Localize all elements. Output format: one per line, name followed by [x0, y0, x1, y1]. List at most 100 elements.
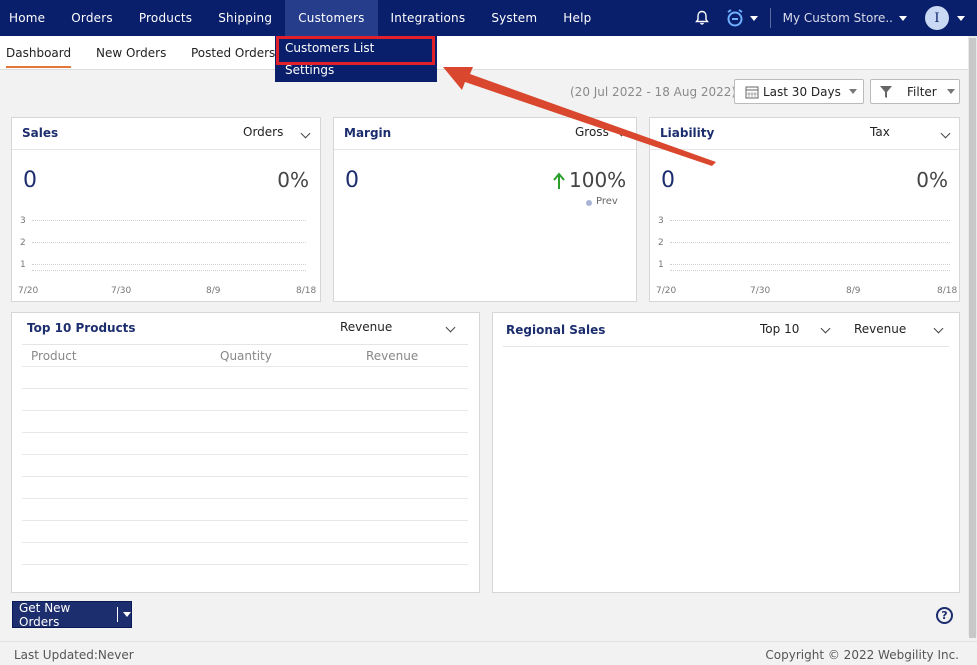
table-row: [22, 432, 468, 433]
regional-metric-select[interactable]: Revenue: [854, 322, 906, 336]
table-row: [22, 564, 468, 565]
chevron-down-icon[interactable]: [300, 128, 311, 139]
nav-divider: [769, 8, 771, 28]
caret-down-icon: [899, 15, 907, 21]
liability-card-title: Liability: [660, 126, 715, 140]
caret-down-icon: [957, 15, 965, 21]
y-tick: 3: [658, 216, 664, 226]
chevron-down-icon[interactable]: [933, 323, 944, 334]
margin-value: 0: [345, 168, 359, 193]
x-tick: 8/9: [846, 286, 861, 296]
sales-metric-select[interactable]: Orders: [243, 125, 283, 139]
margin-metric-select[interactable]: Gross: [575, 125, 609, 139]
gridline: [670, 264, 950, 265]
gridline: [670, 270, 950, 271]
footer: Last Updated:Never Copyright © 2022 Webg…: [0, 641, 977, 665]
scrollbar[interactable]: [968, 36, 977, 638]
funnel-icon: [880, 85, 892, 98]
caret-down-icon: [946, 89, 955, 94]
gridline: [670, 242, 950, 243]
store-selector[interactable]: My Custom Store..: [783, 11, 907, 25]
gridline: [32, 220, 306, 221]
card-divider: [22, 344, 468, 345]
avatar: I: [925, 6, 949, 30]
get-new-orders-button[interactable]: Get New Orders: [12, 601, 132, 629]
alarm-clock-icon: [727, 9, 743, 27]
x-tick: 7/30: [750, 286, 771, 296]
button-separator: [117, 607, 118, 622]
legend-prev: Prev: [596, 196, 618, 207]
table-row: [22, 388, 468, 389]
tab-new-orders[interactable]: New Orders: [96, 46, 166, 60]
margin-change: 100%: [569, 168, 627, 192]
sales-card-title: Sales: [22, 126, 59, 140]
nav-system[interactable]: System: [478, 0, 550, 36]
x-tick: 8/9: [206, 286, 221, 296]
table-row: [22, 366, 468, 367]
store-name: My Custom Store..: [782, 11, 893, 25]
date-range-label: (20 Jul 2022 - 18 Aug 2022): [570, 85, 737, 99]
filter-button[interactable]: Filter: [870, 79, 960, 104]
gridline: [670, 220, 950, 221]
nav-products[interactable]: Products: [126, 0, 205, 36]
regional-sales-card: Regional Sales Top 10 Revenue: [492, 312, 960, 593]
scrollbar-thumb[interactable]: [969, 38, 976, 638]
table-row: [22, 498, 468, 499]
table-row: [22, 454, 468, 455]
margin-card-title: Margin: [344, 126, 392, 140]
menu-item-settings[interactable]: Settings: [285, 63, 334, 77]
highlight-box: [276, 36, 435, 65]
gridline: [32, 242, 306, 243]
y-tick: 3: [20, 216, 26, 226]
column-header-revenue: Revenue: [366, 349, 419, 363]
sales-card: Sales Orders 0 0% 3 2 1 7/20 7/30 8/9 8/…: [11, 117, 321, 302]
chevron-down-icon[interactable]: [820, 323, 831, 334]
table-row: [22, 520, 468, 521]
gridline: [32, 270, 306, 271]
top-navbar: Home Orders Products Shipping Customers …: [0, 0, 977, 36]
caret-down-icon[interactable]: [123, 612, 131, 617]
copyright: Copyright © 2022 Webgility Inc.: [765, 648, 959, 662]
x-tick: 8/18: [296, 286, 317, 296]
table-row: [22, 542, 468, 543]
gridline: [32, 264, 306, 265]
column-header-quantity: Quantity: [220, 349, 272, 363]
chevron-down-icon[interactable]: [616, 126, 627, 137]
x-tick: 8/18: [937, 286, 958, 296]
liability-card: Liability Tax 0 0% 3 2 1 7/20 7/30 8/9 8…: [649, 117, 960, 302]
regional-top-select[interactable]: Top 10: [760, 322, 799, 336]
alarm-menu[interactable]: [726, 9, 758, 27]
card-divider: [12, 149, 320, 150]
y-tick: 1: [658, 260, 664, 270]
chevron-down-icon[interactable]: [445, 322, 456, 333]
nav-help[interactable]: Help: [550, 0, 604, 36]
y-tick: 2: [20, 238, 26, 248]
nav-home[interactable]: Home: [0, 0, 58, 36]
liability-change: 0%: [916, 168, 948, 192]
top-products-metric-select[interactable]: Revenue: [340, 320, 392, 334]
bell-icon[interactable]: [694, 10, 710, 26]
liability-metric-select[interactable]: Tax: [870, 125, 890, 139]
help-icon[interactable]: ?: [936, 607, 953, 624]
chevron-down-icon[interactable]: [940, 128, 951, 139]
liability-value: 0: [661, 168, 675, 193]
filter-button-label: Filter: [907, 84, 937, 99]
tab-posted-orders[interactable]: Posted Orders: [191, 46, 275, 60]
user-menu[interactable]: I: [925, 6, 965, 30]
period-select[interactable]: Last 30 Days: [734, 79, 864, 104]
x-tick: 7/20: [18, 286, 39, 296]
column-header-product: Product: [31, 349, 77, 363]
sales-value: 0: [23, 168, 37, 193]
nav-customers[interactable]: Customers: [285, 0, 378, 36]
y-tick: 1: [20, 260, 26, 270]
caret-down-icon: [749, 15, 758, 21]
arrow-up-icon: [553, 172, 565, 189]
nav-orders[interactable]: Orders: [58, 0, 126, 36]
nav-integrations[interactable]: Integrations: [378, 0, 479, 36]
card-divider: [503, 346, 949, 347]
legend-dot: [586, 200, 592, 206]
nav-shipping[interactable]: Shipping: [205, 0, 285, 36]
sales-change: 0%: [277, 168, 309, 192]
margin-card: Margin Gross 0 100% Prev: [333, 117, 637, 302]
tab-dashboard[interactable]: Dashboard: [6, 46, 72, 68]
